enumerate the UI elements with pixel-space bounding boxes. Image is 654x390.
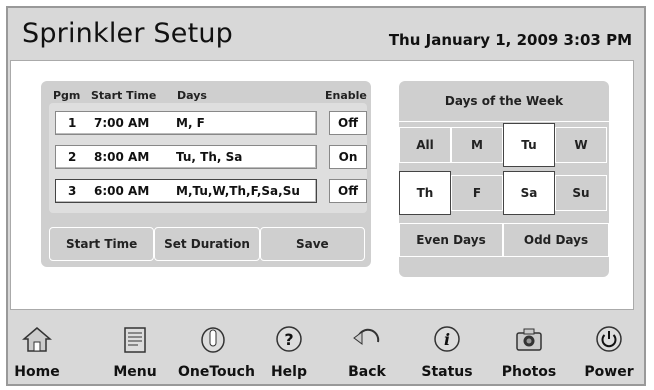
enable-toggle-1[interactable]: Off [329, 111, 367, 135]
program-row-1[interactable]: 1 7:00 AM M, F [55, 111, 317, 135]
start-time-button[interactable]: Start Time [49, 227, 155, 261]
status-button[interactable]: i Status [412, 318, 482, 390]
even-days-button[interactable]: Even Days [399, 223, 503, 257]
days-title: Days of the Week [399, 81, 609, 122]
menu-label: Menu [113, 364, 157, 380]
power-button[interactable]: Power [574, 318, 644, 390]
page-title: Sprinkler Setup [22, 18, 234, 49]
bottom-toolbar: Home Menu OneTouch ? Help Back i Status … [0, 318, 654, 390]
onetouch-icon [201, 327, 225, 353]
svg-text:?: ? [284, 330, 293, 349]
date-time: Thu January 1, 2009 3:03 PM [388, 31, 632, 49]
day-tu-button[interactable]: Tu [503, 123, 555, 167]
enable-toggle-3[interactable]: Off [329, 179, 367, 203]
day-w-button[interactable]: W [555, 127, 607, 163]
day-su-button[interactable]: Su [555, 175, 607, 211]
photos-label: Photos [501, 364, 557, 380]
help-icon: ? [276, 326, 302, 352]
day-th-button[interactable]: Th [399, 171, 451, 215]
main-area: Pgm Start Time Days Enable 1 7:00 AM M, … [10, 60, 634, 310]
program-row-2[interactable]: 2 8:00 AM Tu, Th, Sa [55, 145, 317, 169]
home-button[interactable]: Home [2, 318, 72, 390]
status-label: Status [421, 364, 473, 380]
help-button[interactable]: ? Help [254, 318, 324, 390]
onetouch-button[interactable]: OneTouch [178, 318, 255, 390]
onetouch-label: OneTouch [178, 364, 255, 380]
program-start: 7:00 AM [94, 116, 150, 130]
camera-icon [516, 328, 542, 351]
info-icon: i [434, 326, 460, 352]
power-icon [596, 326, 622, 352]
back-arrow-icon [353, 328, 380, 345]
program-row-3[interactable]: 3 6:00 AM M,Tu,W,Th,F,Sa,Su [55, 179, 317, 203]
day-all-button[interactable]: All [399, 127, 451, 163]
program-days: M,Tu,W,Th,F,Sa,Su [176, 184, 300, 198]
day-f-button[interactable]: F [451, 175, 503, 211]
program-list: 1 7:00 AM M, F Off 2 8:00 AM Tu, Th, Sa … [49, 103, 367, 213]
home-label: Home [14, 364, 60, 380]
menu-icon [124, 327, 146, 353]
back-label: Back [348, 364, 386, 380]
day-m-button[interactable]: M [451, 127, 503, 163]
save-button[interactable]: Save [259, 227, 365, 261]
program-start: 8:00 AM [94, 150, 150, 164]
photos-button[interactable]: Photos [494, 318, 564, 390]
col-header-days: Days [177, 89, 207, 102]
program-start: 6:00 AM [94, 184, 150, 198]
enable-toggle-2[interactable]: On [329, 145, 367, 169]
power-label: Power [584, 364, 634, 380]
program-number: 1 [68, 116, 77, 130]
col-header-enable: Enable [325, 89, 367, 102]
program-days: M, F [176, 116, 205, 130]
day-sa-button[interactable]: Sa [503, 171, 555, 215]
col-header-start: Start Time [91, 89, 157, 102]
set-duration-button[interactable]: Set Duration [154, 227, 260, 261]
menu-button[interactable]: Menu [100, 318, 170, 390]
help-label: Help [270, 364, 308, 380]
program-panel: Pgm Start Time Days Enable 1 7:00 AM M, … [41, 81, 371, 267]
program-number: 2 [68, 150, 77, 164]
program-button-row: Start Time Set Duration Save [49, 227, 365, 261]
home-icon [22, 327, 52, 352]
svg-text:i: i [444, 330, 450, 349]
col-header-pgm: Pgm [53, 89, 81, 102]
days-panel: Days of the Week All M Tu W Th F Sa Su E… [399, 81, 609, 277]
program-number: 3 [68, 184, 77, 198]
back-button[interactable]: Back [332, 318, 402, 390]
program-days: Tu, Th, Sa [176, 150, 243, 164]
odd-days-button[interactable]: Odd Days [503, 223, 609, 257]
